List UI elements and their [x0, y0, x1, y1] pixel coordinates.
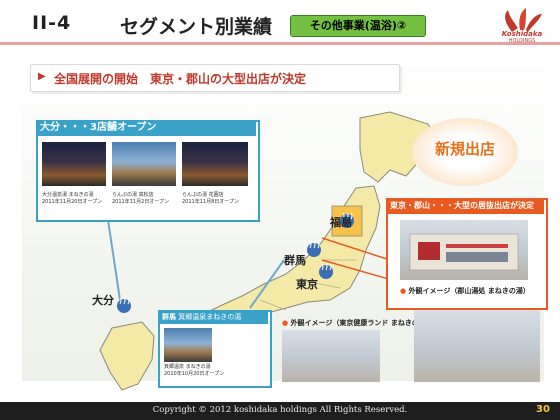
play-arrow-icon: ▶: [38, 71, 46, 82]
oita-callout-title: 大分・・・3店舗オープン: [36, 120, 256, 136]
oita-photo-1-caption: 大分温泉湯 まねきの湯 2011年11月20日オープン: [42, 192, 103, 205]
segment-badge: その他事業(温浴)②: [290, 15, 426, 37]
tokyo-building-image: [282, 330, 380, 382]
bullet-dot-icon: ●: [282, 319, 291, 327]
section-number: II-4: [32, 12, 72, 34]
map-label-gunma: 群馬: [284, 254, 306, 267]
copyright-text: Copyright © 2012 koshidaka holdings All …: [152, 405, 408, 415]
header-rule: [0, 42, 560, 45]
tokyo-building-exterior-image: [414, 310, 540, 382]
gunma-store-photo: [164, 328, 212, 362]
new-store-label: 新規出店: [434, 140, 495, 158]
oita-store-photo-3: [182, 142, 248, 186]
oita-store-photo-2: [112, 142, 176, 186]
map-label-fukushima: 福島: [330, 216, 352, 229]
map-label-tokyo: 東京: [296, 278, 318, 291]
logo-wordmark: Koshidaka: [501, 30, 543, 38]
gunma-photo-caption: 箕郷温泉 まねきの湯 2010年10月20日オープン: [164, 364, 225, 377]
headline-text: 全国展開の開始 東京・郡山の大型出店が決定: [54, 72, 307, 86]
page-title: セグメント別業績: [120, 16, 273, 38]
oita-store-photo-1: [42, 142, 106, 186]
logo-subtext: HOLDINGS: [508, 38, 536, 44]
bullet-dot-icon: ●: [400, 287, 409, 295]
map-label-oita: 大分: [92, 294, 114, 307]
koriyama-building-detail: [409, 233, 519, 271]
oita-photo-3-caption: らんぷの湯 花園店 2011年11月8日オープン: [182, 192, 239, 205]
tokyo-image-caption: ● 外観イメージ（東京健康ランド まねきの湯）: [282, 319, 433, 327]
gunma-callout-title: 群馬 箕郷温泉まねきの湯: [158, 310, 268, 324]
page-number: 30: [536, 404, 550, 415]
tokyo-koriyama-callout-title: 東京・郡山・・・大型の居抜出店が決定: [386, 198, 544, 214]
koriyama-image-caption: ● 外観イメージ（郡山湯処 まねきの湯）: [400, 287, 530, 295]
oita-photo-2-caption: らんぷの湯 高松店 2011年11月2日オープン: [112, 192, 169, 205]
onsen-icon-gunma: [307, 241, 321, 257]
onsen-icon-oita: [117, 297, 131, 313]
